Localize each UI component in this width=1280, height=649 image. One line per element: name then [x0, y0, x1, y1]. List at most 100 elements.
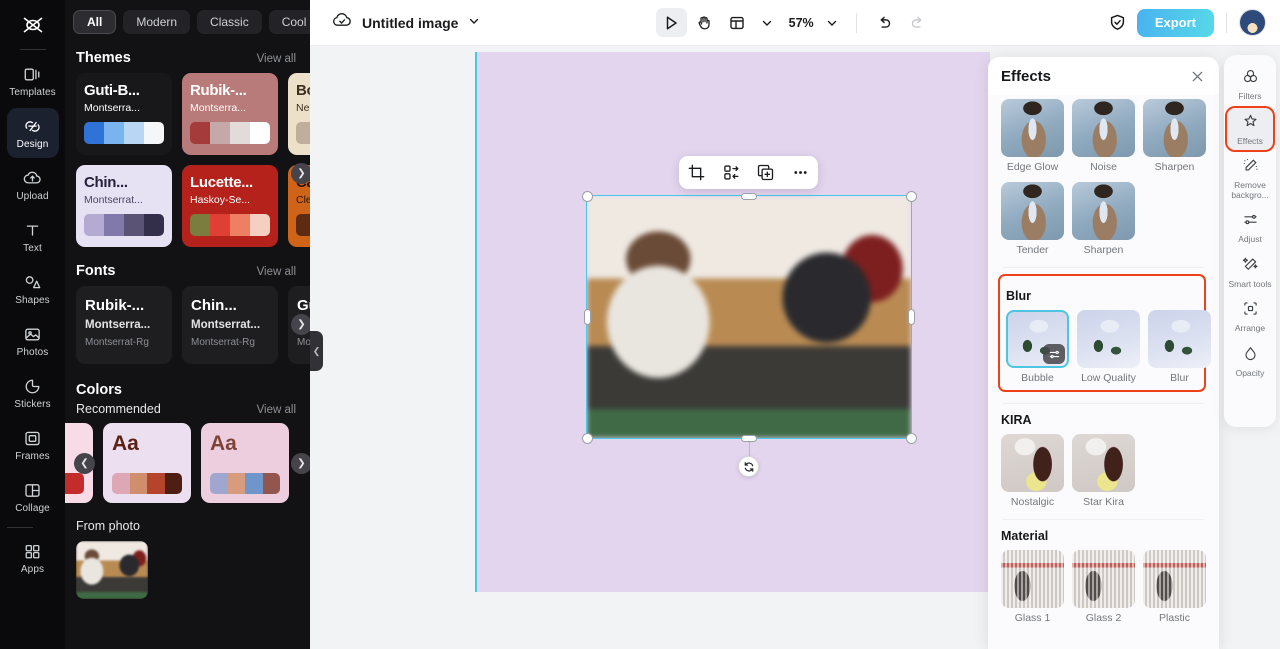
- resize-handle-top-center[interactable]: [741, 192, 757, 200]
- hand-tool-button[interactable]: [689, 8, 720, 37]
- effect-thumbnail[interactable]: [1001, 550, 1064, 608]
- sidebar-item-text[interactable]: Text: [7, 212, 59, 262]
- effects-panel-header: Effects: [988, 57, 1219, 95]
- effect-thumbnail[interactable]: [1072, 99, 1135, 157]
- right-rail-item-opacity[interactable]: Opacity: [1227, 340, 1273, 383]
- sidebar-item-photos[interactable]: Photos: [7, 316, 59, 366]
- capcut-logo[interactable]: [13, 8, 53, 42]
- sidebar-item-design[interactable]: Design: [6, 108, 59, 158]
- effect-thumbnail[interactable]: [1006, 310, 1069, 368]
- effect-thumbnail[interactable]: [1077, 310, 1140, 368]
- theme-card[interactable]: Chin... Montserrat...: [76, 165, 172, 247]
- select-tool-button[interactable]: [655, 8, 687, 37]
- right-rail-item-effects[interactable]: Effects: [1225, 105, 1275, 152]
- export-button[interactable]: Export: [1136, 8, 1214, 37]
- theme-card[interactable]: Guti-B... Montserra...: [76, 73, 172, 155]
- effect-item[interactable]: Glass 2: [1072, 550, 1135, 624]
- effect-thumbnail[interactable]: [1072, 434, 1135, 492]
- effect-label: Blur: [1170, 372, 1189, 384]
- from-photo-thumbnail[interactable]: [76, 541, 148, 599]
- color-palette-card[interactable]: Aa: [103, 423, 191, 503]
- document-title[interactable]: Untitled image: [362, 15, 458, 31]
- more-horizontal-icon[interactable]: [792, 164, 809, 181]
- resize-handle-bottom-right[interactable]: [905, 432, 917, 444]
- filter-chip-all[interactable]: All: [73, 10, 117, 34]
- effects-panel-title: Effects: [1001, 67, 1052, 85]
- resize-handle-bottom-left[interactable]: [581, 432, 593, 444]
- effect-item[interactable]: Glass 1: [1001, 550, 1064, 624]
- font-card[interactable]: Chin... Montserrat... Montserrat-Rg: [182, 286, 278, 364]
- filter-chip-classic[interactable]: Classic: [197, 10, 262, 34]
- swap-icon[interactable]: [723, 164, 740, 181]
- filter-chip-cool[interactable]: Cool: [268, 10, 310, 34]
- themes-row-2: Chin... Montserrat... Lucette... Haskoy-Se.…: [65, 165, 310, 247]
- redo-button[interactable]: [902, 8, 933, 37]
- theme-card[interactable]: Bo... Ne...: [288, 73, 310, 155]
- effect-item[interactable]: Plastic: [1143, 550, 1206, 624]
- zoom-level-label[interactable]: 57%: [789, 16, 814, 30]
- effect-thumbnail[interactable]: [1072, 182, 1135, 240]
- zoom-dropdown-caret-icon[interactable]: [816, 17, 844, 29]
- effect-item[interactable]: Sharpen: [1072, 182, 1135, 256]
- selected-image[interactable]: [586, 195, 912, 439]
- sidebar-item-stickers[interactable]: Stickers: [7, 368, 59, 418]
- effect-thumbnail[interactable]: [1001, 99, 1064, 157]
- user-avatar[interactable]: [1238, 9, 1266, 36]
- effect-item[interactable]: Noise: [1072, 99, 1135, 173]
- theme-card[interactable]: Lucette... Haskoy-Se...: [182, 165, 278, 247]
- fonts-view-all[interactable]: View all: [257, 266, 296, 278]
- effect-item[interactable]: Blur: [1148, 310, 1211, 384]
- effect-item[interactable]: Nostalgic: [1001, 434, 1064, 508]
- resize-handle-middle-right[interactable]: [907, 309, 915, 325]
- theme-card[interactable]: Rubik-... Montserra...: [182, 73, 278, 155]
- right-rail-item-remove-backgro[interactable]: Remove backgro...: [1227, 152, 1273, 204]
- effect-item[interactable]: Edge Glow: [1001, 99, 1064, 173]
- colors-prev-button[interactable]: ❮: [74, 453, 95, 474]
- resize-handle-top-left[interactable]: [581, 190, 593, 202]
- layout-dropdown-caret-icon[interactable]: [755, 17, 779, 29]
- effect-thumbnail[interactable]: [1072, 550, 1135, 608]
- duplicate-icon[interactable]: [757, 164, 774, 181]
- panel-collapse-handle[interactable]: ❮: [310, 331, 323, 371]
- right-rail-item-adjust[interactable]: Adjust: [1227, 206, 1273, 249]
- effect-item[interactable]: Low Quality: [1077, 310, 1140, 384]
- theme-card-title: Bo...: [296, 82, 310, 99]
- fonts-next-button[interactable]: ❯: [291, 314, 310, 335]
- effect-thumbnail[interactable]: [1143, 99, 1206, 157]
- right-rail-item-filters[interactable]: Filters: [1227, 63, 1273, 106]
- font-card[interactable]: Rubik-... Montserra... Montserrat-Rg: [76, 286, 172, 364]
- effect-thumbnail[interactable]: [1143, 550, 1206, 608]
- rotate-handle[interactable]: [738, 456, 759, 477]
- title-dropdown-caret-icon[interactable]: [468, 14, 480, 32]
- adjust-sliders-icon[interactable]: [1043, 344, 1065, 364]
- sidebar-item-shapes[interactable]: Shapes: [7, 264, 59, 314]
- resize-handle-bottom-center[interactable]: [741, 434, 757, 442]
- filter-chip-modern[interactable]: Modern: [123, 10, 191, 34]
- right-rail-item-arrange[interactable]: Arrange: [1227, 295, 1273, 338]
- effect-thumbnail[interactable]: [1148, 310, 1211, 368]
- sidebar-item-collage[interactable]: Collage: [7, 472, 59, 522]
- themes-next-button[interactable]: ❯: [291, 163, 310, 184]
- layout-tool-button[interactable]: [722, 8, 753, 37]
- sidebar-item-templates[interactable]: Templates: [7, 56, 59, 106]
- themes-view-all[interactable]: View all: [257, 53, 296, 65]
- effect-item[interactable]: Tender: [1001, 182, 1064, 256]
- resize-handle-middle-left[interactable]: [583, 309, 591, 325]
- right-rail-item-smart-tools[interactable]: Smart tools: [1227, 251, 1273, 294]
- colors-view-all[interactable]: View all: [257, 404, 296, 416]
- effect-thumbnail[interactable]: [1001, 434, 1064, 492]
- effect-item[interactable]: Bubble: [1006, 310, 1069, 384]
- sidebar-item-upload[interactable]: Upload: [7, 160, 59, 210]
- sidebar-item-frames[interactable]: Frames: [7, 420, 59, 470]
- color-palette-card[interactable]: Aa: [201, 423, 289, 503]
- resize-handle-top-right[interactable]: [905, 190, 917, 202]
- effect-item[interactable]: Sharpen: [1143, 99, 1206, 173]
- sidebar-item-apps[interactable]: Apps: [7, 533, 59, 583]
- colors-next-button[interactable]: ❯: [291, 453, 310, 474]
- shield-check-icon[interactable]: [1108, 13, 1127, 32]
- effect-thumbnail[interactable]: [1001, 182, 1064, 240]
- close-icon[interactable]: [1190, 69, 1205, 84]
- crop-icon[interactable]: [688, 164, 705, 181]
- effect-item[interactable]: Star Kira: [1072, 434, 1135, 508]
- undo-button[interactable]: [869, 8, 900, 37]
